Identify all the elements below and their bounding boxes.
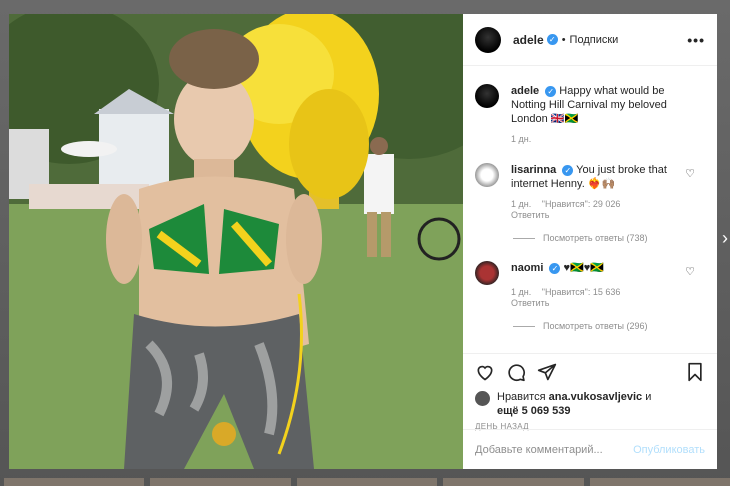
chevron-right-icon[interactable]: › [722,228,728,249]
separator-dot: • [561,33,566,46]
comment-time[interactable]: 1 дн. [511,287,531,297]
caption-avatar[interactable] [475,84,499,108]
comment-icon[interactable] [506,362,526,382]
author-username[interactable]: adele [513,33,544,47]
view-replies-label: Посмотреть ответы (296) [543,321,648,331]
author-avatar[interactable] [475,26,501,53]
comment-avatar[interactable] [475,163,499,187]
comment-item: naomi ✓ ♥🇯🇲♥🇯🇲 1 дн. "Нравится": 15 636 … [475,261,705,309]
liker-avatar[interactable] [475,391,490,406]
bookmark-icon[interactable] [685,362,705,382]
comments-list[interactable]: adele ✓ Happy what would be Notting Hill… [463,66,717,353]
likes-and: и [645,391,652,403]
reply-button[interactable]: Ответить [511,210,549,220]
verified-badge-icon: ✓ [549,262,561,274]
caption: adele ✓ Happy what would be Notting Hill… [475,84,705,145]
following-button[interactable]: Подписки [570,34,619,46]
comment-item: lisarinna ✓ You just broke that internet… [475,163,705,221]
publish-button[interactable]: Опубликовать [633,444,705,456]
comment-time[interactable]: 1 дн. [511,199,531,209]
comment-author[interactable]: lisarinna [511,164,556,176]
verified-badge-icon: ✓ [545,85,557,97]
comment-like-heart-icon[interactable]: ♡ [685,265,695,278]
caption-author[interactable]: adele [511,85,539,97]
comment-input[interactable]: Добавьте комментарий... [475,444,603,456]
comment-avatar[interactable] [475,261,499,285]
post-photo-illustration [9,14,463,469]
comment-author[interactable]: naomi [511,262,543,274]
likes-count[interactable]: ещё 5 069 539 [497,405,571,417]
view-replies-button[interactable]: Посмотреть ответы (738) [513,233,705,243]
verified-badge-icon: ✓ [546,34,558,45]
likes-prefix: Нравится [497,391,546,403]
heart-icon[interactable] [475,362,495,382]
comment-text: ♥🇯🇲♥🇯🇲 [563,262,604,274]
liker-username[interactable]: ana.vukosavljevic [549,391,643,403]
comment-likes[interactable]: "Нравится": 15 636 [542,287,621,297]
view-replies-button[interactable]: Посмотреть ответы (296) [513,321,705,331]
add-comment-bar: Добавьте комментарий... Опубликовать [463,429,717,469]
more-options-icon[interactable]: ••• [687,32,705,48]
comment-like-heart-icon[interactable]: ♡ [685,167,695,180]
post-image[interactable] [9,14,463,469]
replies-divider [513,325,535,327]
related-posts-strip [0,478,730,486]
caption-time[interactable]: 1 дн. [511,134,531,144]
comment-likes[interactable]: "Нравится": 29 026 [542,199,621,209]
reply-button[interactable]: Ответить [511,298,549,308]
replies-divider [513,237,535,239]
post-header: adele ✓ • Подписки ••• [463,14,717,66]
post-actions: Нравится ana.vukosavljevic и ещё 5 069 5… [463,353,717,431]
verified-badge-icon: ✓ [562,164,574,176]
likes-summary: Нравится ana.vukosavljevic и ещё 5 069 5… [475,390,705,418]
post-panel: adele ✓ • Подписки ••• adele ✓ Happy wha… [463,14,717,469]
share-icon[interactable] [537,362,557,382]
view-replies-label: Посмотреть ответы (738) [543,233,648,243]
